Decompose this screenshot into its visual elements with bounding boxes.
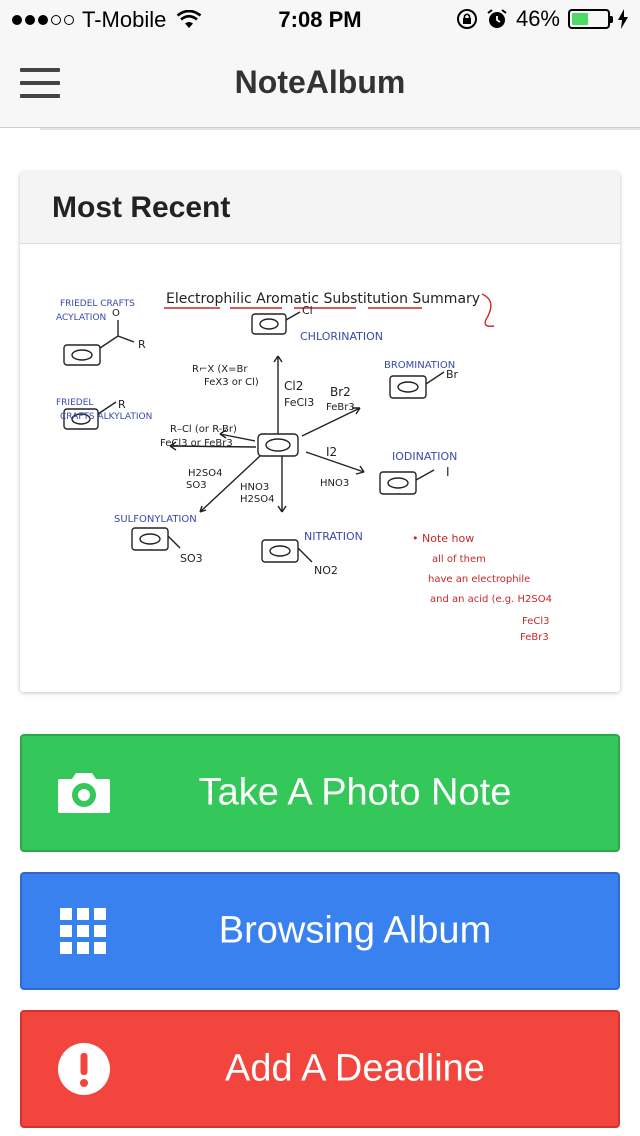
- label-so-reagent-2: SO3: [186, 480, 207, 491]
- add-deadline-label: Add A Deadline: [225, 1047, 485, 1090]
- label-cl-reagent-2: FeCl3: [284, 396, 314, 409]
- add-deadline-button[interactable]: Add A Deadline: [20, 1010, 620, 1128]
- browsing-album-button[interactable]: Browsing Album: [20, 872, 620, 990]
- label-sulfonylation: SULFONYLATION: [114, 514, 197, 525]
- label-br-reagent-1: Br2: [330, 385, 351, 399]
- label-alkyl-reagent-2: FeCl3 or FeBr3: [160, 438, 233, 449]
- battery-icon: [568, 9, 613, 29]
- label-o-atom: O: [112, 308, 120, 319]
- label-friedel-acylation-1: FRIEDEL CRAFTS: [60, 299, 135, 309]
- label-no2-substituent: NO2: [314, 564, 338, 577]
- rotation-lock-icon: [456, 9, 477, 29]
- label-br-reagent-2: FeBr3: [326, 402, 355, 413]
- note-line-3: have an electrophile: [428, 574, 530, 585]
- label-bromination: BROMINATION: [384, 360, 455, 371]
- label-i-reagent: I2: [326, 445, 337, 459]
- label-cl-substituent: Cl: [302, 304, 313, 317]
- handwritten-note-drawing: Electrophilic Aromatic Substitution Summ…: [56, 291, 552, 643]
- take-photo-note-label: Take A Photo Note: [198, 771, 512, 814]
- label-r-group-acyl: R: [138, 338, 146, 351]
- note-line-1: • Note how: [412, 532, 474, 545]
- label-cl-reagent-1: Cl2: [284, 379, 303, 393]
- status-bar: T-Mobile 7:08 PM 46%: [0, 0, 640, 40]
- app-title: NoteAlbum: [234, 64, 406, 100]
- note-line-5: FeCl3: [522, 616, 549, 627]
- recent-note-image[interactable]: Electrophilic Aromatic Substitution Summ…: [20, 244, 620, 692]
- status-right: 46%: [456, 6, 628, 32]
- label-br-substituent: Br: [446, 368, 459, 381]
- take-photo-note-button[interactable]: Take A Photo Note: [20, 734, 620, 852]
- label-alkyl-reagent-1: R–Cl (or R-Br): [170, 424, 237, 435]
- label-i-substituent: I: [446, 465, 450, 479]
- charging-icon: [618, 9, 628, 29]
- most-recent-card[interactable]: Most Recent Electrophilic Aromatic Subst…: [20, 172, 620, 692]
- label-iodination: IODINATION: [392, 450, 457, 463]
- battery-percentage: 46%: [515, 6, 560, 31]
- label-so-reagent-1: H2SO4: [188, 468, 222, 479]
- label-friedel-alkylation-2: CRAFTS ALKYLATION: [60, 412, 152, 422]
- alarm-icon: [487, 9, 507, 28]
- navigation-bar: NoteAlbum: [0, 40, 640, 128]
- label-hno3-right: HNO3: [320, 478, 349, 489]
- label-so3-substituent: SO3: [180, 552, 203, 565]
- label-nitration: NITRATION: [304, 530, 363, 543]
- label-chlorination: CHLORINATION: [300, 330, 383, 343]
- label-acyl-reagent-1: R⌐X (X=Br: [192, 364, 248, 375]
- note-title: Electrophilic Aromatic Substitution Summ…: [166, 291, 480, 307]
- browsing-album-label: Browsing Album: [218, 909, 492, 952]
- central-benzene-inner: [265, 438, 291, 452]
- label-acyl-reagent-2: FeX3 or Cl): [204, 377, 259, 388]
- card-heading: Most Recent: [20, 172, 620, 244]
- label-friedel-acylation-2: ACYLATION: [56, 313, 106, 323]
- label-r-group-alkyl: R: [118, 398, 126, 411]
- label-no-reagent-1: HNO3: [240, 482, 269, 493]
- label-friedel-alkylation-1: FRIEDEL: [56, 398, 93, 408]
- label-no-reagent-2: H2SO4: [240, 494, 274, 505]
- note-line-2: all of them: [432, 554, 486, 565]
- note-line-4: and an acid (e.g. H2SO4: [430, 594, 552, 605]
- divider: [40, 128, 640, 130]
- note-line-6: FeBr3: [520, 632, 549, 643]
- central-benzene-ring: [257, 433, 299, 457]
